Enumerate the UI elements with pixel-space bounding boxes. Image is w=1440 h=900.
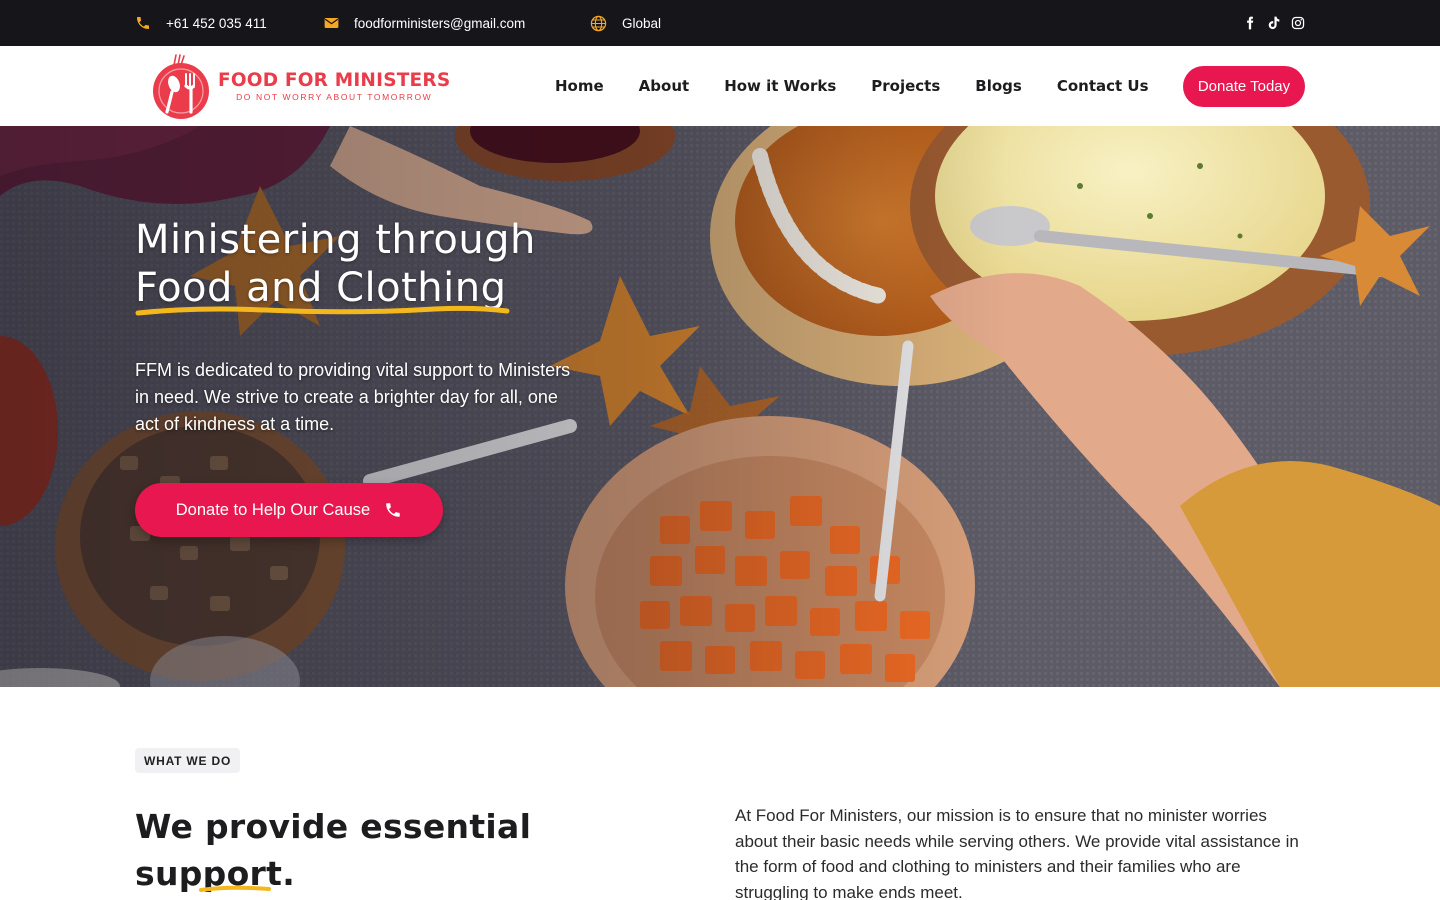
hero-title-line-1: Ministering through [135, 217, 536, 263]
logo-mark-icon [153, 54, 209, 119]
hero-title-underline [135, 305, 510, 316]
nav-home[interactable]: Home [555, 77, 604, 95]
email-address: foodforministers@gmail.com [354, 15, 526, 31]
donate-cause-button[interactable]: Donate to Help Our Cause [135, 483, 443, 537]
social-links [1243, 0, 1305, 46]
section-badge: WHAT WE DO [135, 748, 241, 773]
section-title-underline [199, 885, 271, 892]
hero-description: FFM is dedicated to providing vital supp… [135, 360, 571, 434]
tiktok-icon[interactable] [1267, 16, 1281, 30]
nav-blogs[interactable]: Blogs [975, 77, 1022, 95]
logo-tagline: DO NOT WORRY ABOUT TOMORROW [236, 91, 433, 102]
nav-about[interactable]: About [639, 77, 690, 95]
donate-today-button[interactable]: Donate Today [1183, 66, 1305, 107]
hero-cta-label: Donate to Help Our Cause [175, 500, 371, 519]
topbar-phone[interactable]: +61 452 035 411 [135, 0, 267, 46]
site-logo[interactable]: FOOD FOR MINISTERS DO NOT WORRY ABOUT TO… [150, 50, 450, 122]
phone-icon [135, 15, 151, 31]
top-bar: +61 452 035 411 foodforministers@gmail.c… [0, 0, 1440, 46]
hero-section: Ministering through Food and Clothing FF… [0, 126, 1440, 687]
region-label: Global [622, 15, 662, 31]
main-nav: Home About How it Works Projects Blogs C… [555, 46, 1149, 126]
topbar-email[interactable]: foodforministers@gmail.com [324, 0, 525, 46]
mail-icon [324, 17, 339, 29]
phone-number: +61 452 035 411 [166, 15, 267, 31]
hero-title: Ministering through Food and Clothing [135, 216, 536, 312]
section-text: At Food For Ministers, our mission is to… [735, 806, 1299, 900]
phone-icon [386, 503, 400, 517]
facebook-icon[interactable] [1243, 16, 1257, 30]
nav-contact-us[interactable]: Contact Us [1057, 77, 1149, 95]
nav-how-it-works[interactable]: How it Works [724, 77, 836, 95]
main-header: FOOD FOR MINISTERS DO NOT WORRY ABOUT TO… [0, 46, 1440, 126]
nav-projects[interactable]: Projects [871, 77, 940, 95]
section-title-line-1: We provide essential [135, 807, 532, 846]
section-title: We provide essential support. [135, 803, 615, 897]
logo-title: FOOD FOR MINISTERS [218, 69, 451, 91]
topbar-region[interactable]: Global [590, 0, 661, 46]
globe-icon [590, 15, 607, 32]
instagram-icon[interactable] [1291, 16, 1305, 30]
